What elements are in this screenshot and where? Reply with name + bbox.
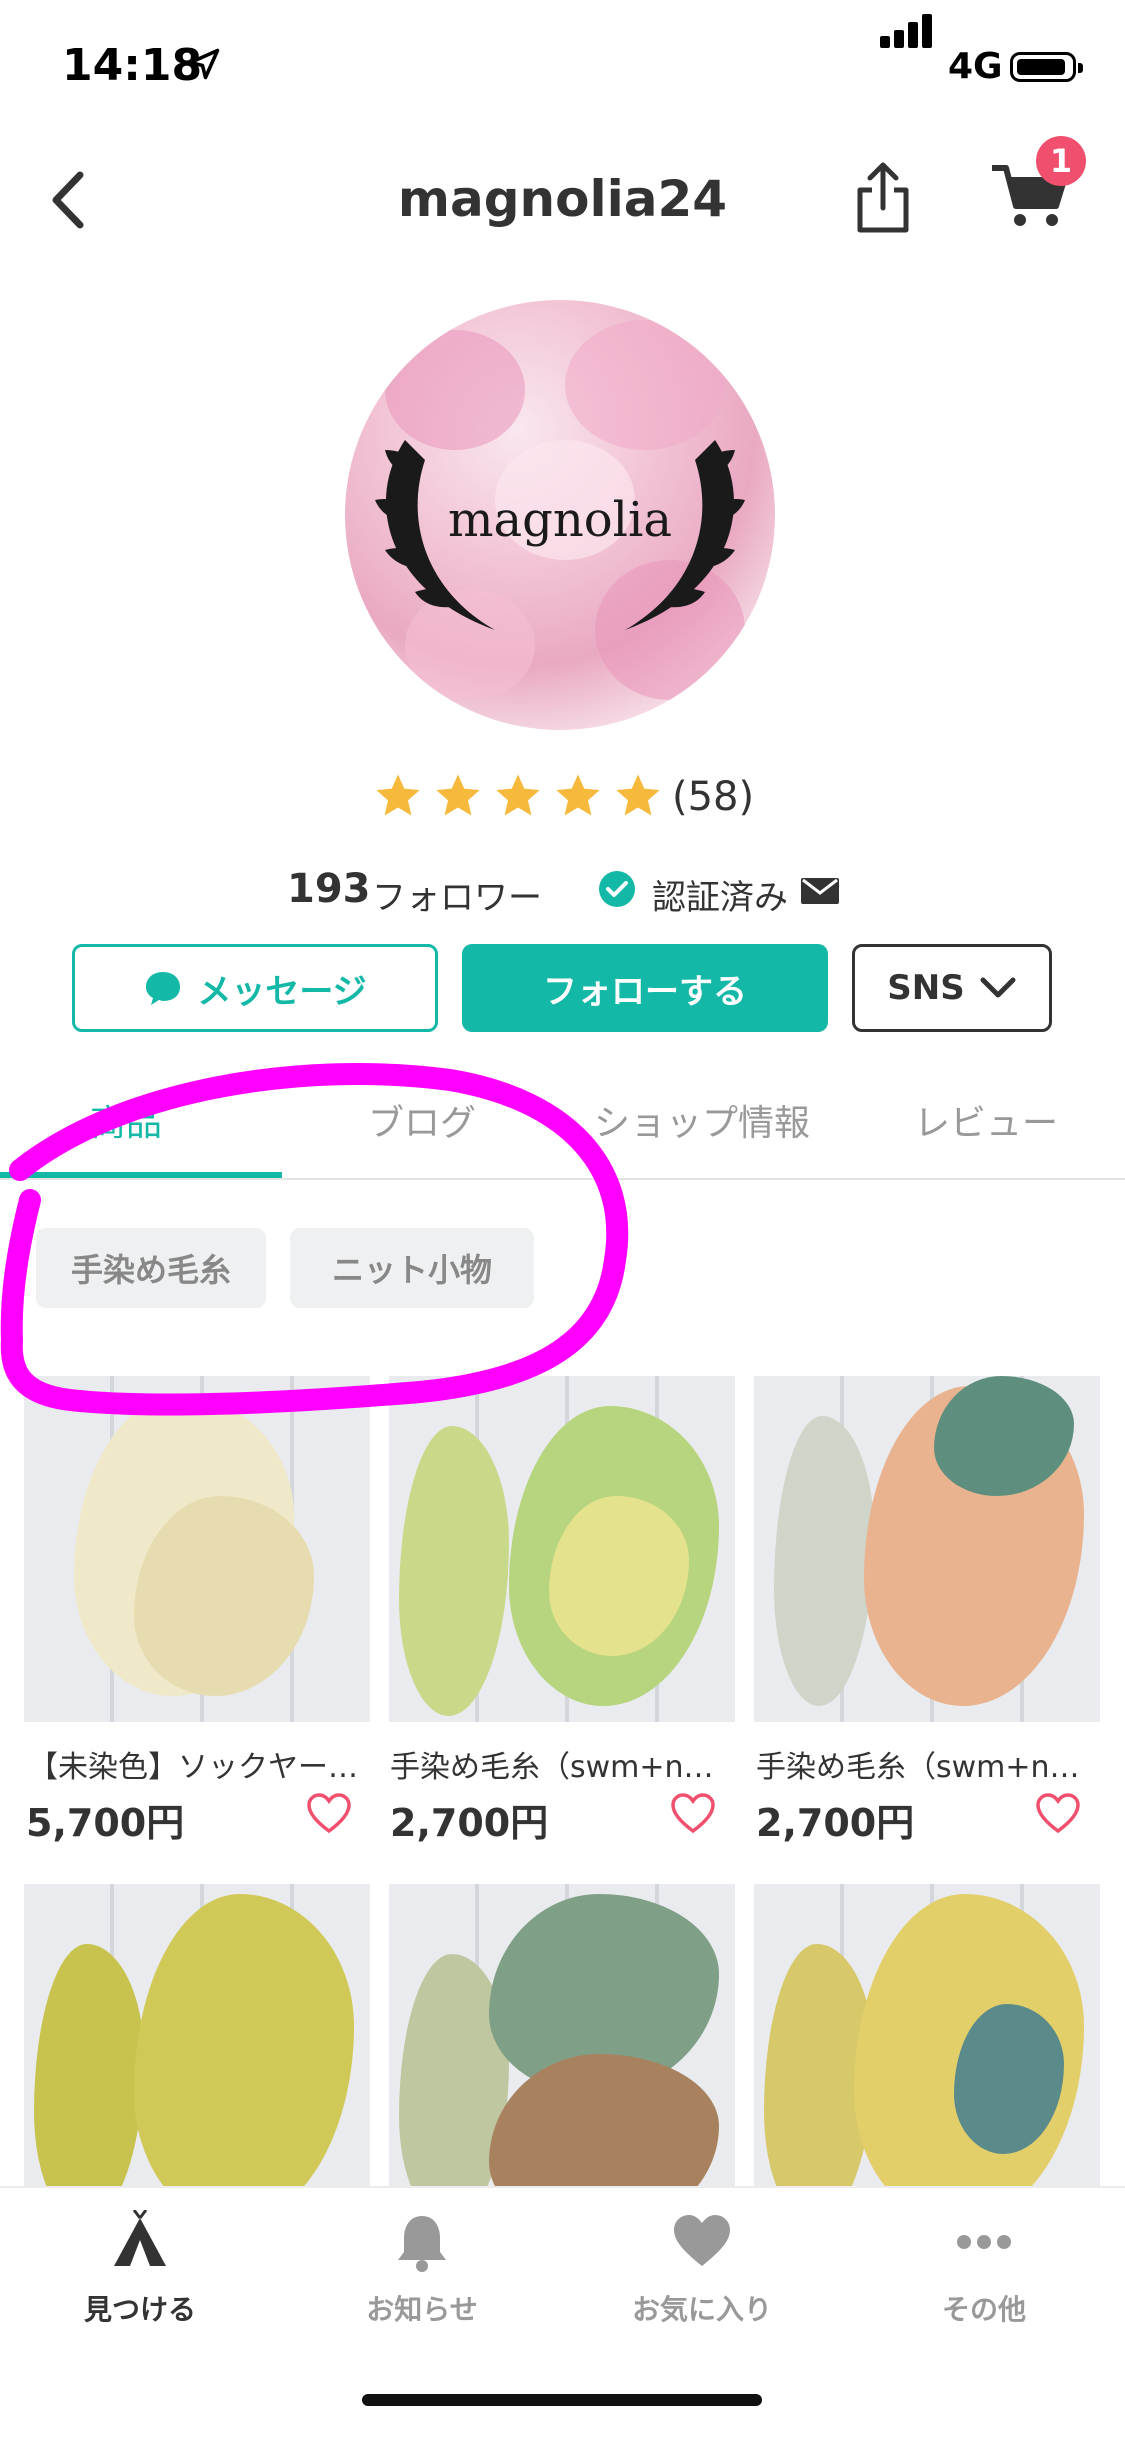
star-icon (376, 774, 420, 816)
more-icon (957, 2235, 1011, 2249)
star-icon (496, 774, 540, 816)
product-name[interactable]: 【未染色】ソックヤー… (28, 1742, 374, 1786)
verified-check-icon (599, 871, 635, 907)
nav-notifications-label: お知らせ (366, 2293, 478, 2326)
favorite-heart-icon[interactable] (306, 1792, 352, 1834)
star-icon (436, 774, 480, 816)
nav-discover-label: 見つける (83, 2293, 196, 2326)
shop-avatar: magnolia (345, 300, 775, 730)
product-image[interactable] (754, 1884, 1100, 2230)
follow-button-label: フォローする (543, 971, 747, 1012)
network-type: 4G (948, 46, 1003, 87)
location-arrow-icon (188, 48, 220, 80)
page-title: magnolia24 (397, 170, 728, 228)
star-icon (616, 774, 660, 816)
nav-discover[interactable]: 見つける (40, 2210, 240, 2328)
message-button[interactable]: メッセージ (72, 944, 438, 1032)
nav-more-label: その他 (941, 2293, 1026, 2326)
product-price: 2,700円 (390, 1801, 549, 1845)
rating-count[interactable]: (58) (672, 774, 754, 820)
favorite-heart-icon[interactable] (1035, 1792, 1081, 1834)
chevron-down-icon (980, 977, 1016, 998)
followers-count: 193 (287, 866, 371, 912)
tent-icon (114, 2210, 166, 2266)
status-bar: 14:18 4G (0, 0, 1125, 130)
status-time: 14:18 (62, 40, 203, 91)
tab-reviews[interactable]: レビュー (914, 1094, 1058, 1146)
product-price: 2,700円 (756, 1801, 915, 1845)
favorite-heart-icon[interactable] (670, 1792, 716, 1834)
product-name[interactable]: 手染め毛糸（swm+n… (756, 1742, 1102, 1786)
rating-stars (372, 770, 672, 826)
cart-badge: 1 (1036, 136, 1086, 186)
nav-favorites[interactable]: お気に入り (602, 2210, 802, 2328)
followers-label: フォロワー (372, 878, 542, 918)
bell-icon (398, 2216, 446, 2272)
mail-icon (801, 878, 839, 904)
star-icon (556, 774, 600, 816)
share-icon[interactable] (852, 160, 914, 236)
product-image[interactable] (24, 1884, 370, 2230)
annotation-circle (0, 1063, 629, 1416)
product-name[interactable]: 手染め毛糸（swm+n… (390, 1742, 736, 1786)
sns-dropdown-button[interactable]: SNS (852, 944, 1052, 1032)
follow-button[interactable]: フォローする (462, 944, 828, 1032)
heart-icon (674, 2215, 730, 2266)
battery-icon (1010, 52, 1083, 82)
verified-label: 認証済み (652, 878, 788, 918)
nav-more[interactable]: その他 (884, 2210, 1084, 2328)
chat-bubble-icon (146, 972, 181, 1005)
product-image[interactable] (389, 1884, 735, 2230)
message-button-label: メッセージ (197, 971, 367, 1012)
product-image[interactable] (754, 1376, 1100, 1722)
nav-favorites-label: お気に入り (631, 2293, 772, 2326)
home-indicator (362, 2394, 762, 2406)
product-price: 5,700円 (26, 1801, 185, 1845)
sns-button-label: SNS (887, 968, 965, 1008)
shop-logo-text: magnolia (448, 492, 672, 548)
nav-notifications[interactable]: お知らせ (322, 2210, 522, 2328)
